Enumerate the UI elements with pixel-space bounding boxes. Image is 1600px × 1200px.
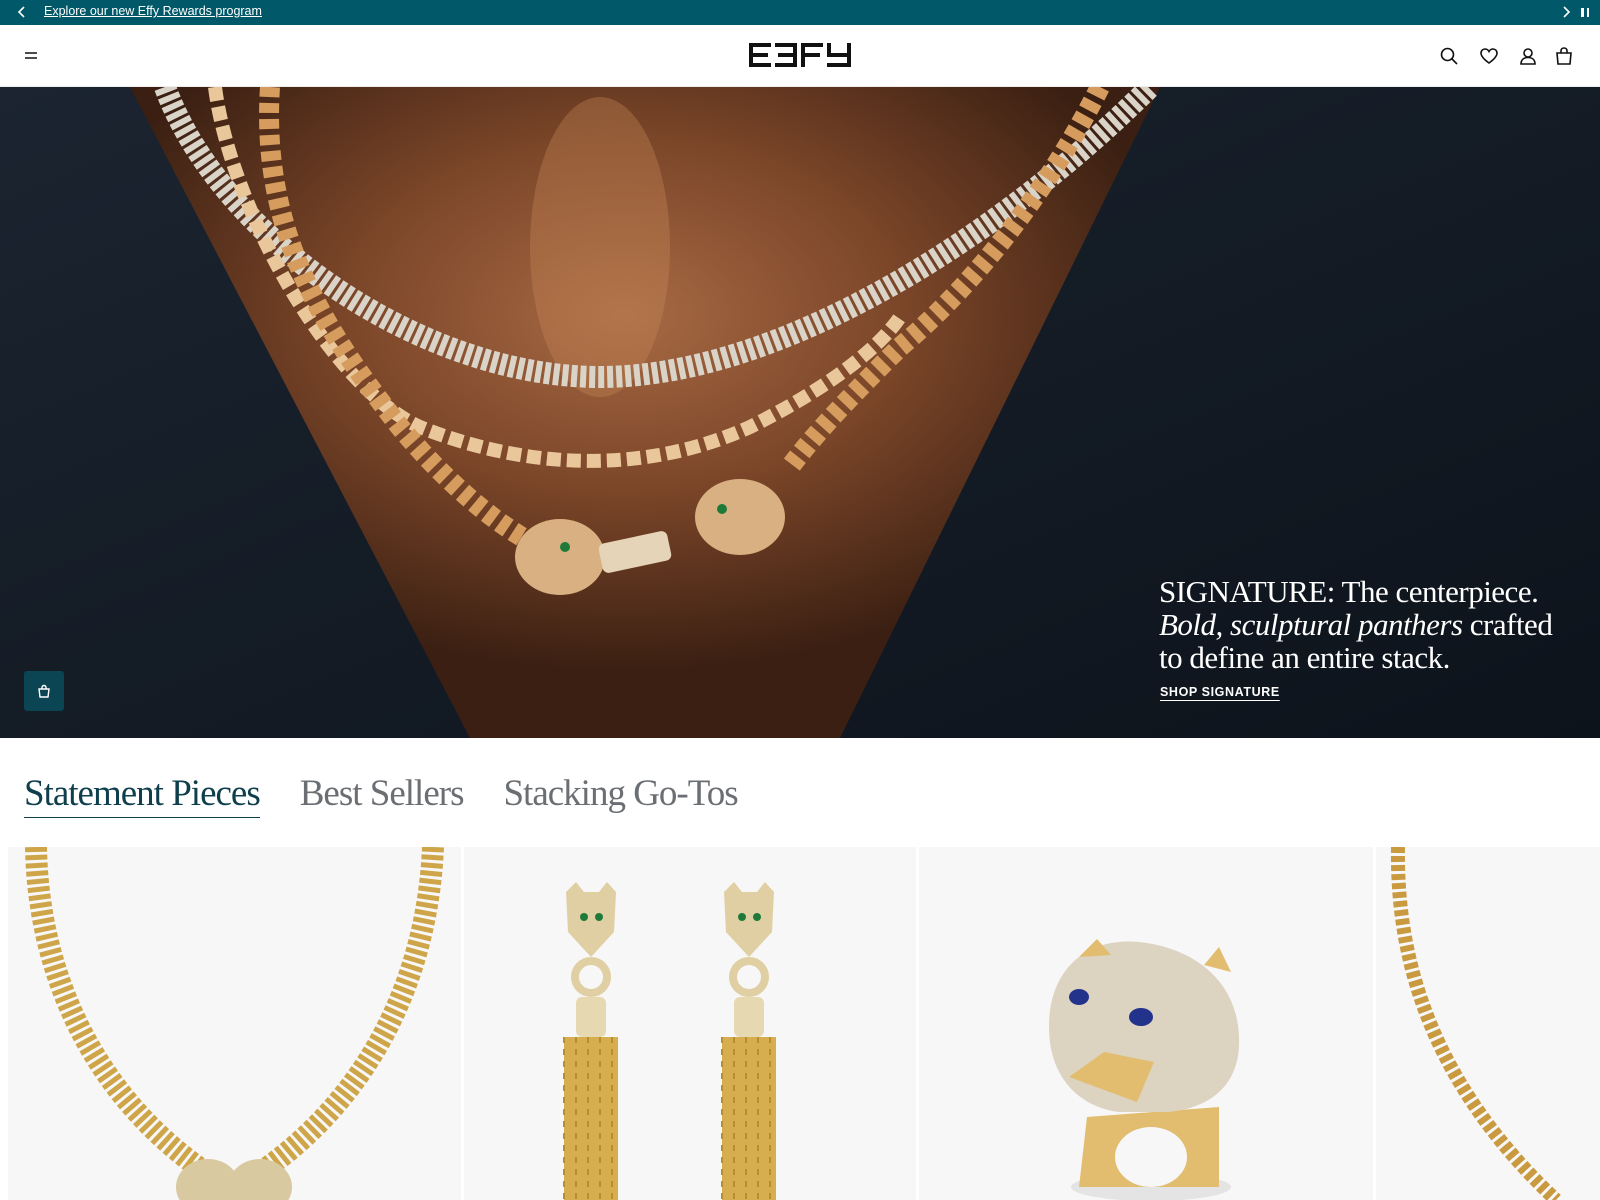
hero-banner: SIGNATURE: The centerpiece. Bold, sculpt… — [0, 87, 1600, 738]
panther-ring-image — [919, 847, 1373, 1200]
tab-statement-pieces[interactable]: Statement Pieces — [24, 770, 261, 818]
chevron-right-icon[interactable] — [1558, 4, 1574, 20]
panther-necklace-image — [8, 847, 461, 1200]
shopping-bag-icon[interactable] — [24, 671, 64, 711]
hero-headline-italic: Bold, sculptural panthers — [1159, 607, 1463, 642]
menu-icon[interactable] — [22, 47, 40, 65]
hero-headline-rest-1: crafted — [1462, 607, 1553, 642]
bag-icon[interactable] — [1553, 45, 1575, 67]
hero-headline-lead: SIGNATURE: The centerpiece. — [1159, 574, 1539, 609]
product-card[interactable] — [464, 847, 916, 1200]
account-icon[interactable] — [1517, 45, 1539, 67]
hero-headline: SIGNATURE: The centerpiece. Bold, sculpt… — [1159, 575, 1579, 674]
product-carousel — [0, 847, 1600, 1200]
pause-icon[interactable] — [1577, 4, 1593, 20]
heart-icon[interactable] — [1478, 45, 1500, 67]
tab-best-sellers[interactable]: Best Sellers — [300, 770, 465, 818]
product-card[interactable] — [1376, 847, 1600, 1200]
announcement-bar: Explore our new Effy Rewards program — [0, 0, 1600, 25]
collection-tabs: Statement Pieces Best Sellers Stacking G… — [24, 770, 739, 820]
panther-earrings-image — [464, 847, 916, 1200]
site-header — [0, 25, 1600, 87]
hero-headline-rest-2: to define an entire stack. — [1159, 640, 1450, 675]
tab-stacking-go-tos[interactable]: Stacking Go-Tos — [503, 770, 738, 818]
product-card[interactable] — [919, 847, 1373, 1200]
announcement-link[interactable]: Explore our new Effy Rewards program — [44, 4, 262, 18]
shop-signature-link[interactable]: SHOP SIGNATURE — [1160, 685, 1280, 699]
chain-necklace-image — [1376, 847, 1600, 1200]
effy-logo[interactable] — [749, 43, 851, 69]
chevron-left-icon[interactable] — [14, 4, 30, 20]
product-card[interactable] — [8, 847, 461, 1200]
search-icon[interactable] — [1438, 45, 1460, 67]
